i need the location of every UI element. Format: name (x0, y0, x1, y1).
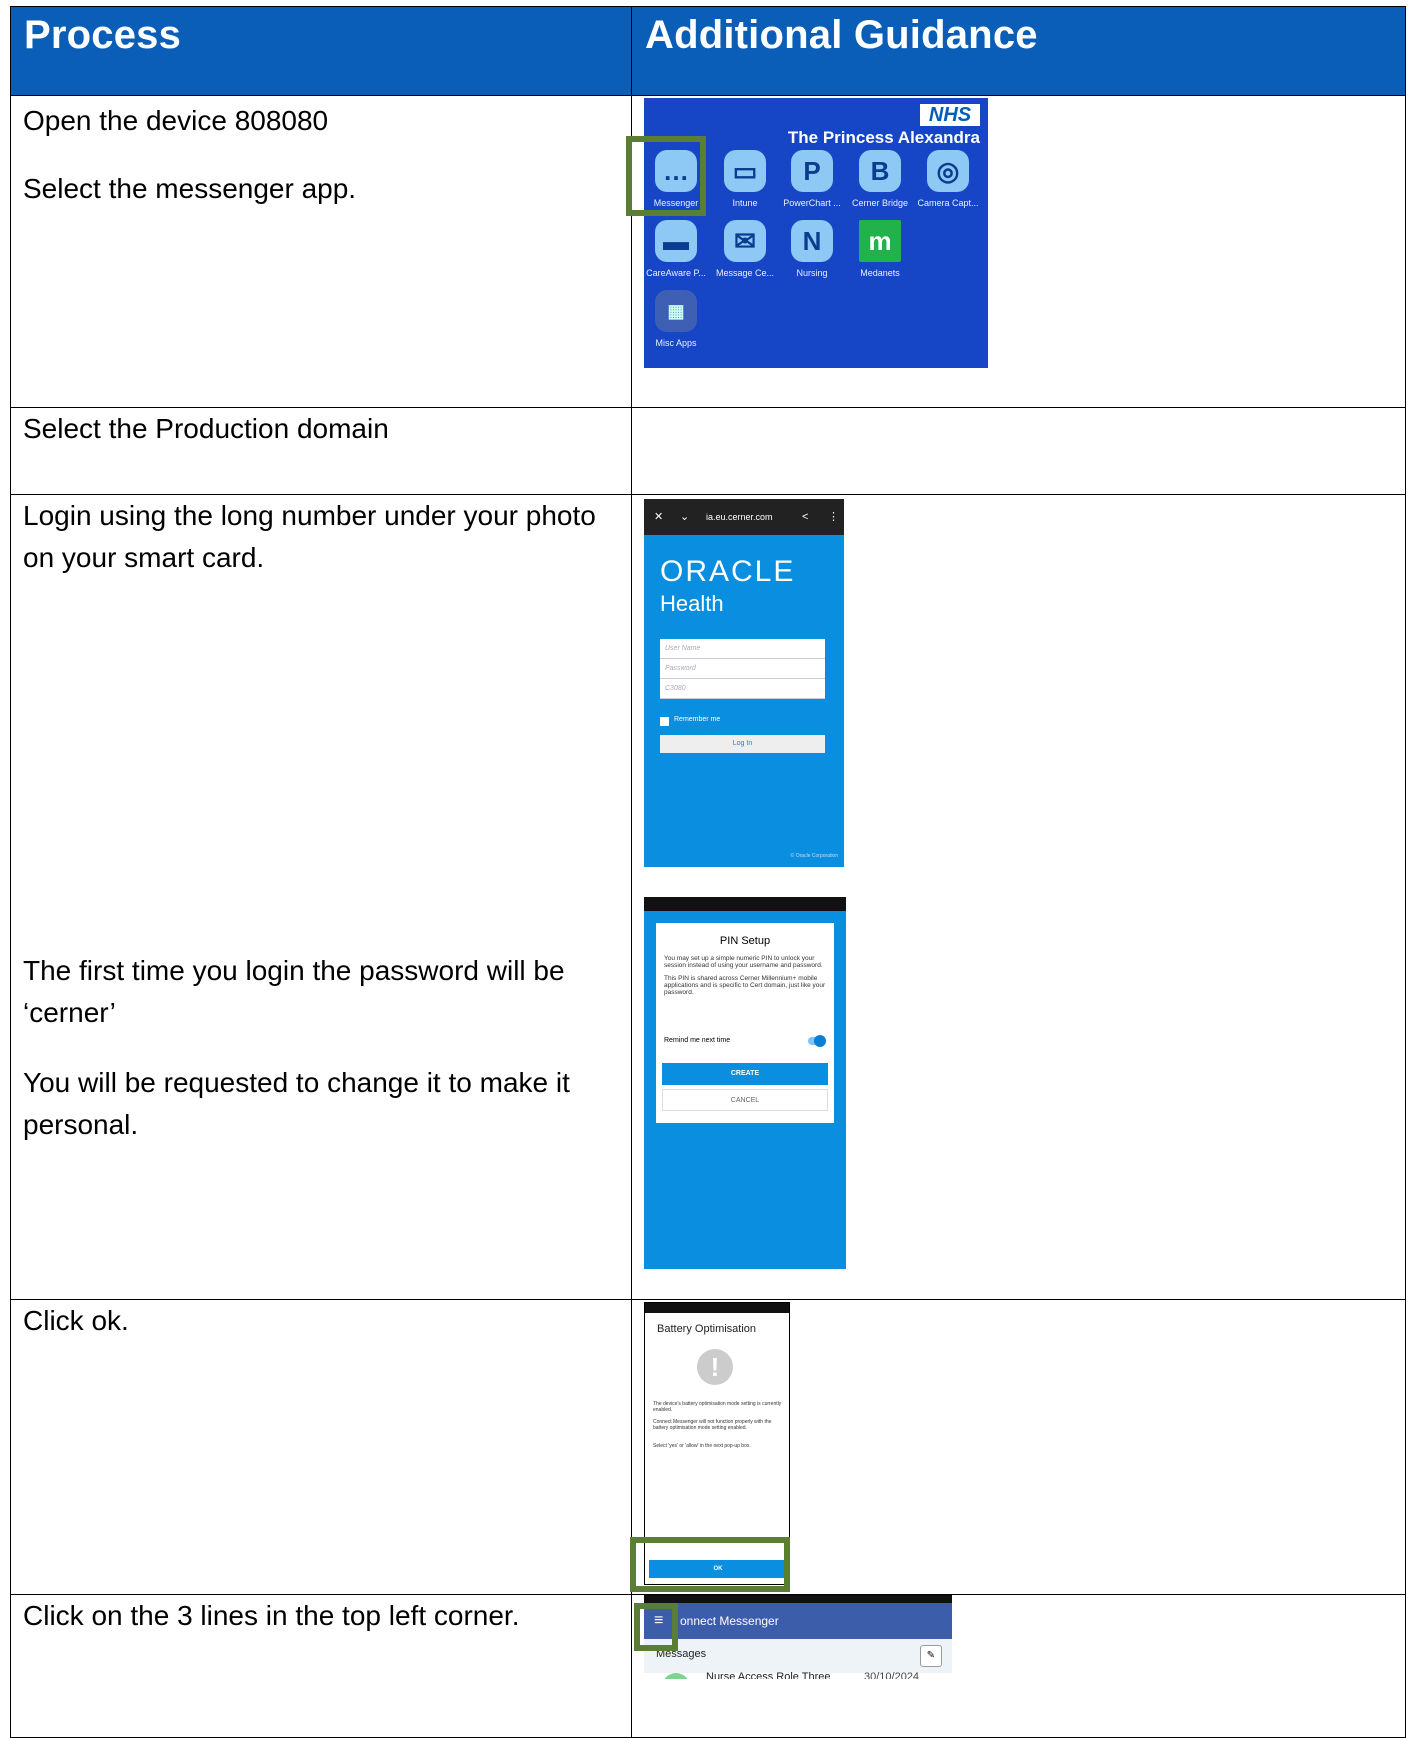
row-4-line-1: Click ok. (23, 1305, 129, 1336)
messenger-title: onnect Messenger (680, 1614, 779, 1628)
row-5-guidance: ≡ onnect Messenger Messages ✎ Nurse Acce… (631, 1594, 1406, 1738)
url-text: ia.eu.cerner.com (706, 512, 773, 522)
remember-checkbox[interactable] (660, 717, 669, 726)
cancel-button[interactable]: CANCEL (662, 1089, 828, 1111)
status-bar (644, 1595, 952, 1603)
messages-bar: Messages ✎ (644, 1639, 952, 1673)
folder-icon: ▦ (655, 290, 697, 332)
row-1-line-2: Select the messenger app. (23, 173, 357, 204)
share-icon[interactable]: < (802, 499, 808, 535)
row-4-process: Click ok. (10, 1299, 632, 1595)
pin-screenshot: PIN Setup You may set up a simple numeri… (644, 897, 846, 1269)
app-misc-folder[interactable]: ▦ Misc Apps (644, 290, 710, 348)
menu-dots-icon[interactable]: ⋮ (828, 499, 839, 535)
oracle-logo: ORACLE (660, 555, 796, 588)
app-cerner-bridge[interactable]: B Cerner Bridge (846, 150, 914, 208)
app-camera-capture[interactable]: ◎ Camera Capt... (914, 150, 982, 208)
avatar (662, 1673, 690, 1679)
status-bar (644, 897, 846, 911)
row-4-guidance: Battery Optimisation ! The device's batt… (630, 1299, 1406, 1595)
row-1-line-1: Open the device 808080 (23, 105, 329, 136)
nursing-icon: N (791, 220, 833, 262)
pin-dialog: PIN Setup You may set up a simple numeri… (656, 923, 834, 1123)
hamburger-highlight (634, 1603, 678, 1651)
compose-icon[interactable]: ✎ (920, 1645, 942, 1667)
row-3-line-2: The first time you login the password wi… (23, 955, 565, 1028)
remind-label: Remind me next time (664, 1037, 731, 1044)
row-2-process: Select the Production domain (10, 407, 632, 495)
create-button[interactable]: CREATE (662, 1063, 828, 1085)
bed-icon: ▬ (655, 220, 697, 262)
login-footer: © Oracle Corporation (790, 853, 838, 859)
domain-field[interactable]: C3080 (660, 679, 825, 699)
row-3-line-3: You will be requested to change it to ma… (23, 1067, 570, 1140)
ok-highlight (630, 1537, 790, 1592)
login-screenshot: ✕ ⌄ ia.eu.cerner.com < ⋮ ORACLE Health U… (644, 499, 844, 867)
pin-para-2: This PIN is shared across Cerner Millenn… (664, 975, 826, 996)
messenger-screenshot: ≡ onnect Messenger Messages ✎ Nurse Acce… (644, 1595, 952, 1679)
nhs-logo: NHS (920, 104, 980, 126)
app-intune[interactable]: ▭ Intune (711, 150, 779, 208)
row-2-line-1: Select the Production domain (23, 413, 389, 444)
message-date: 30/10/2024 (864, 1671, 920, 1679)
intune-icon: ▭ (724, 150, 766, 192)
close-icon[interactable]: ✕ (654, 499, 663, 535)
battery-p1: The device's battery optimisation mode s… (653, 1401, 782, 1413)
app-powerchart[interactable]: P PowerChart ... (778, 150, 846, 208)
contact-name: Nurse Access Role Three (706, 1671, 831, 1679)
battery-title: Battery Optimisation (657, 1323, 757, 1335)
row-2-guidance (631, 407, 1406, 495)
browser-bar: ✕ ⌄ ia.eu.cerner.com < ⋮ (644, 499, 844, 535)
trust-name: The Princess Alexandra (787, 128, 980, 147)
row-5-line-1: Click on the 3 lines in the top left cor… (23, 1600, 520, 1631)
chevron-down-icon[interactable]: ⌄ (680, 499, 689, 535)
password-field[interactable]: Password (660, 659, 825, 679)
cerner-bridge-icon: B (859, 150, 901, 192)
medanets-icon: m (859, 220, 901, 262)
status-bar (645, 1303, 789, 1313)
login-button[interactable]: Log In (660, 735, 825, 753)
remember-label: Remember me (674, 716, 721, 723)
app-medanets[interactable]: m Medanets (846, 220, 914, 278)
header-process-cell: Process (10, 6, 632, 96)
envelope-icon: ✉ (724, 220, 766, 262)
row-5-process: Click on the 3 lines in the top left cor… (10, 1594, 632, 1738)
camera-icon: ◎ (927, 150, 969, 192)
remind-toggle[interactable] (808, 1035, 826, 1047)
row-3-line-1: Login using the long number under your p… (23, 500, 596, 573)
app-careaware[interactable]: ▬ CareAware P... (644, 220, 710, 278)
messenger-appbar: ≡ onnect Messenger (644, 1603, 952, 1639)
row-1-guidance: NHS The Princess Alexandra … Messenger ▭ I… (626, 95, 1406, 408)
messenger-highlight (626, 136, 706, 216)
pin-title: PIN Setup (719, 935, 771, 947)
oracle-health: Health (660, 591, 724, 616)
row-3-process: Login using the long number under your p… (10, 494, 632, 1300)
pin-para-1: You may set up a simple numeric PIN to u… (664, 955, 823, 969)
header-process: Process (24, 13, 182, 57)
row-1-process: Open the device 808080 Select the messen… (10, 95, 632, 408)
row-3-guidance: ✕ ⌄ ia.eu.cerner.com < ⋮ ORACLE Health U… (631, 494, 1406, 1300)
powerchart-icon: P (791, 150, 833, 192)
app-nursing[interactable]: N Nursing (778, 220, 846, 278)
battery-p3: Select 'yes' or 'allow' in the next pop-… (653, 1443, 751, 1449)
header-guidance-cell: Additional Guidance (631, 6, 1406, 96)
battery-p2: Connect Messenger will not function prop… (653, 1419, 772, 1431)
app-message-center[interactable]: ✉ Message Ce... (711, 220, 779, 278)
warning-gear-icon: ! (697, 1349, 733, 1385)
username-field[interactable]: User Name (660, 639, 825, 659)
header-guidance: Additional Guidance (645, 13, 1038, 57)
